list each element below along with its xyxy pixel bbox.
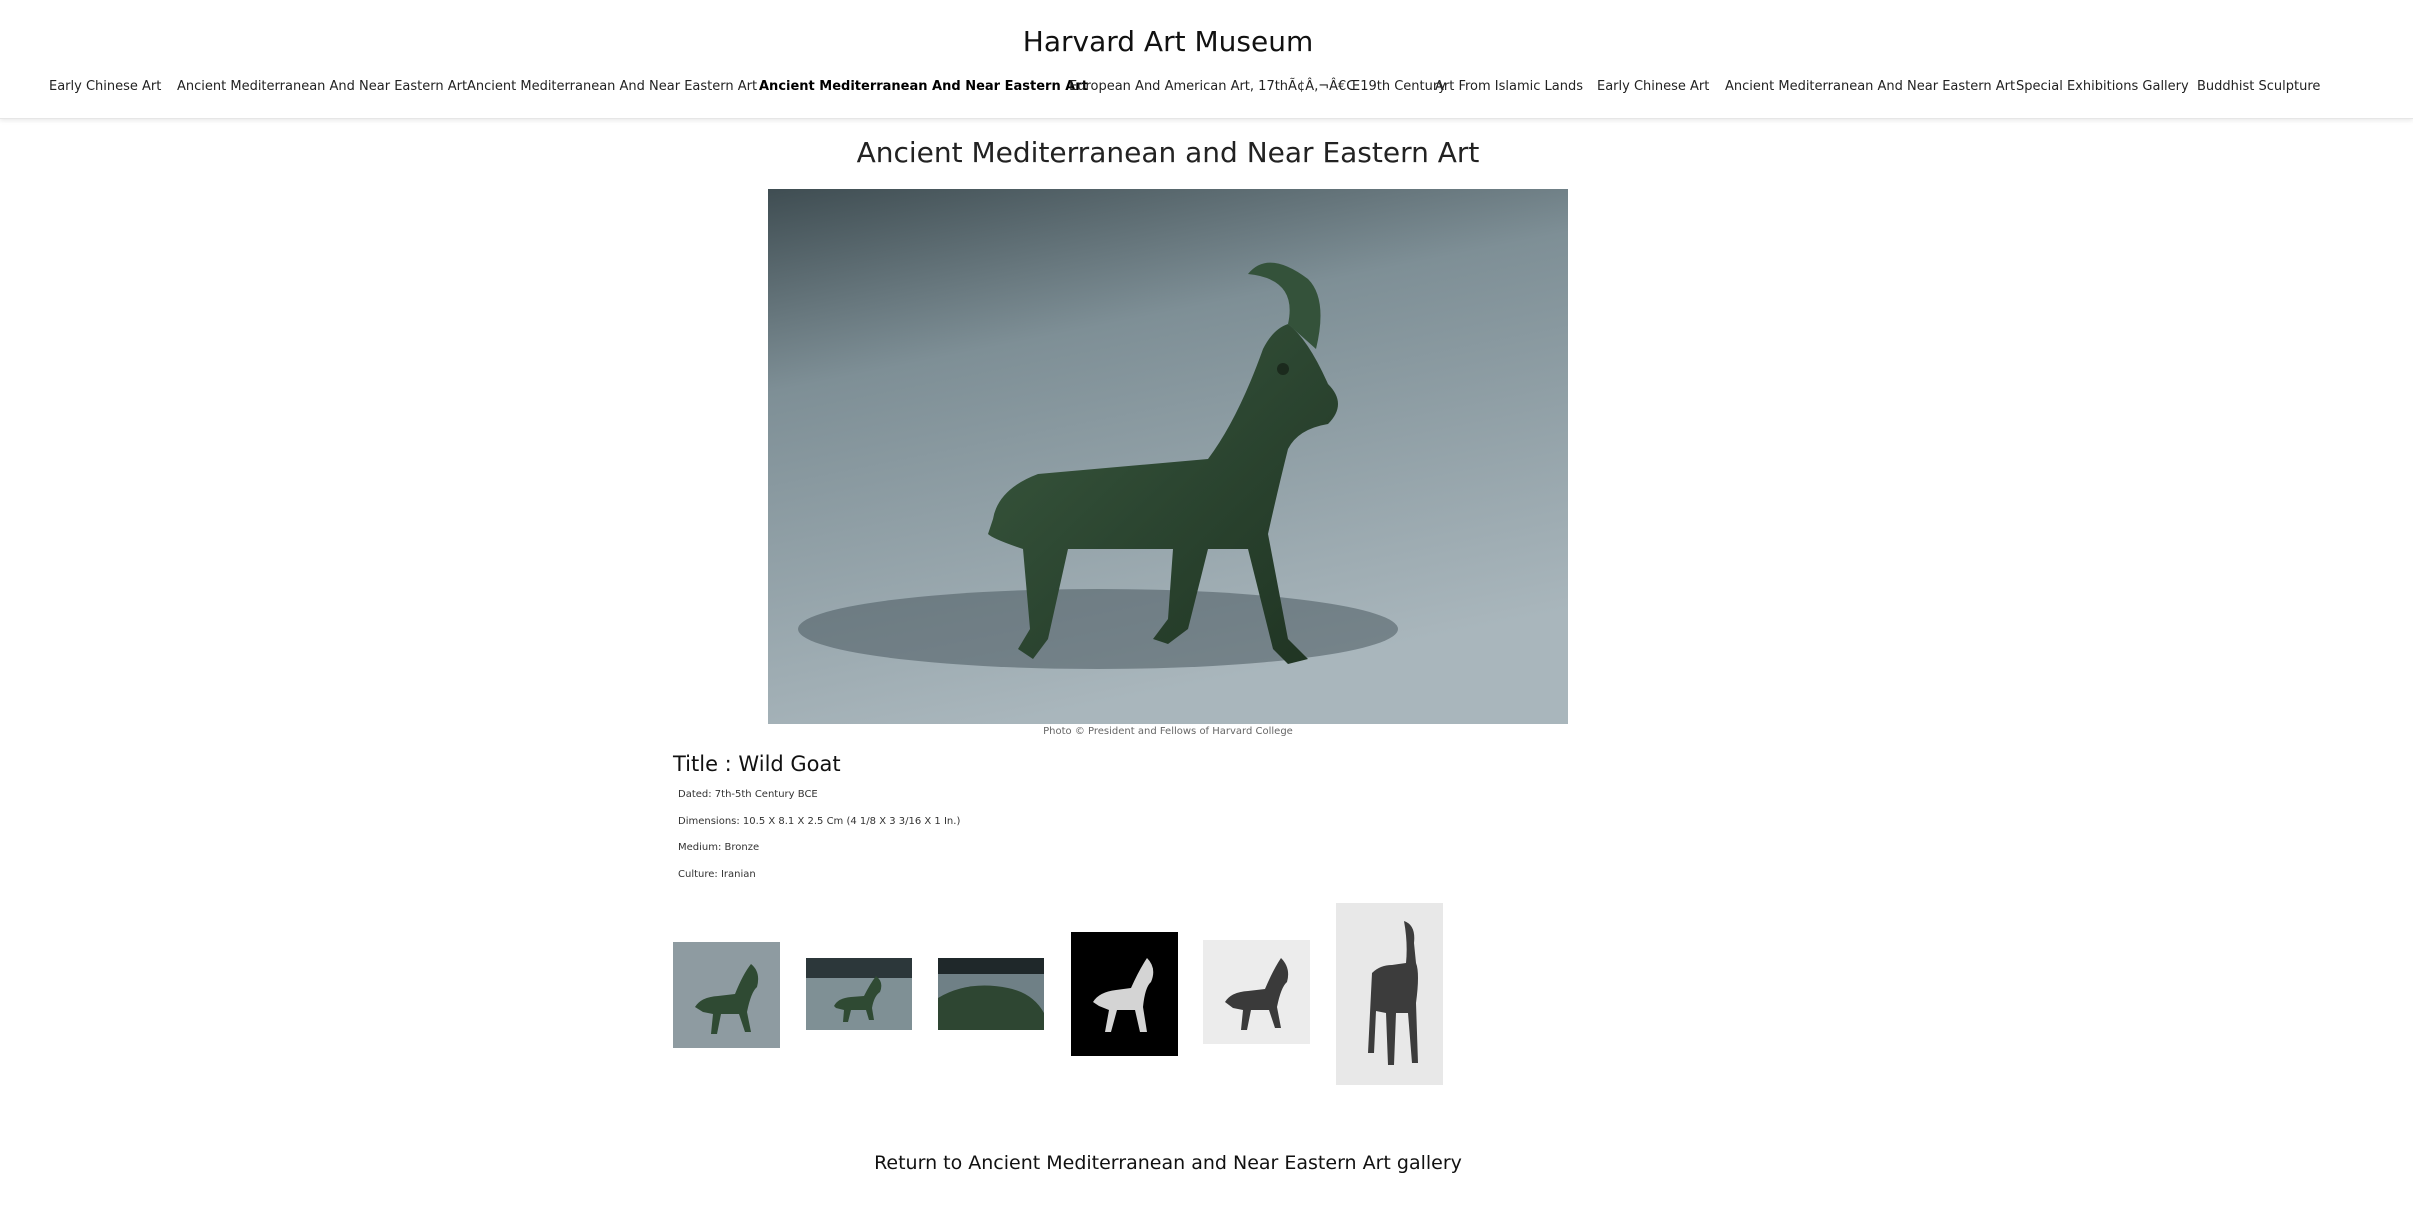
nav-item-european-american-art[interactable]: European And American Art, 17thÃ¢Â‚¬Â€Œ1…	[1069, 79, 1446, 94]
thumbnail-image	[673, 942, 780, 1048]
object-dated: Dated: 7th-5th Century BCE	[678, 789, 818, 800]
object-culture: Culture: Iranian	[678, 869, 756, 880]
nav-item-ancient-mediterranean[interactable]: Ancient Mediterranean And Near Eastern A…	[1725, 79, 2015, 94]
object-medium: Medium: Bronze	[678, 842, 760, 853]
thumbnail-5[interactable]	[1203, 940, 1310, 1044]
thumbnail-image	[1203, 940, 1310, 1044]
main-artwork-image[interactable]	[768, 189, 1568, 724]
thumbnail-4[interactable]	[1071, 932, 1178, 1056]
thumbnail-image	[1071, 932, 1178, 1056]
nav-item-ancient-mediterranean[interactable]: Ancient Mediterranean And Near Eastern A…	[467, 79, 757, 94]
return-to-gallery-link[interactable]: Return to Ancient Mediterranean and Near…	[0, 1152, 2336, 1174]
image-credit: Photo © President and Fellows of Harvard…	[1043, 726, 1293, 737]
thumbnail-1[interactable]	[673, 942, 780, 1048]
site-title: Harvard Art Museum	[1022, 25, 1314, 58]
thumbnail-image	[806, 958, 912, 1030]
nav-item-special-exhibitions[interactable]: Special Exhibitions Gallery	[2016, 79, 2189, 94]
nav-item-early-chinese-art[interactable]: Early Chinese Art	[49, 79, 161, 94]
thumbnail-6[interactable]	[1336, 903, 1443, 1085]
site-header: Harvard Art Museum Early Chinese Art Anc…	[0, 0, 2413, 119]
wild-goat-photo	[768, 189, 1568, 724]
object-title: Title : Wild Goat	[673, 752, 841, 776]
object-dimensions: Dimensions: 10.5 X 8.1 X 2.5 Cm (4 1/8 X…	[678, 816, 961, 827]
thumbnail-image	[938, 958, 1044, 1030]
thumbnail-2[interactable]	[806, 958, 912, 1030]
nav-item-ancient-mediterranean[interactable]: Ancient Mediterranean And Near Eastern A…	[177, 79, 467, 94]
nav-item-early-chinese-art[interactable]: Early Chinese Art	[1597, 79, 1709, 94]
thumbnail-3[interactable]	[938, 958, 1044, 1030]
nav-item-art-from-islamic-lands[interactable]: Art From Islamic Lands	[1435, 79, 1583, 94]
page-title: Ancient Mediterranean and Near Eastern A…	[856, 136, 1480, 169]
gallery-nav: Early Chinese Art Ancient Mediterranean …	[0, 79, 2413, 99]
nav-item-ancient-mediterranean-active[interactable]: Ancient Mediterranean And Near Eastern A…	[759, 79, 1088, 94]
nav-item-buddhist-sculpture[interactable]: Buddhist Sculpture	[2197, 79, 2320, 94]
thumbnail-image	[1336, 903, 1443, 1085]
